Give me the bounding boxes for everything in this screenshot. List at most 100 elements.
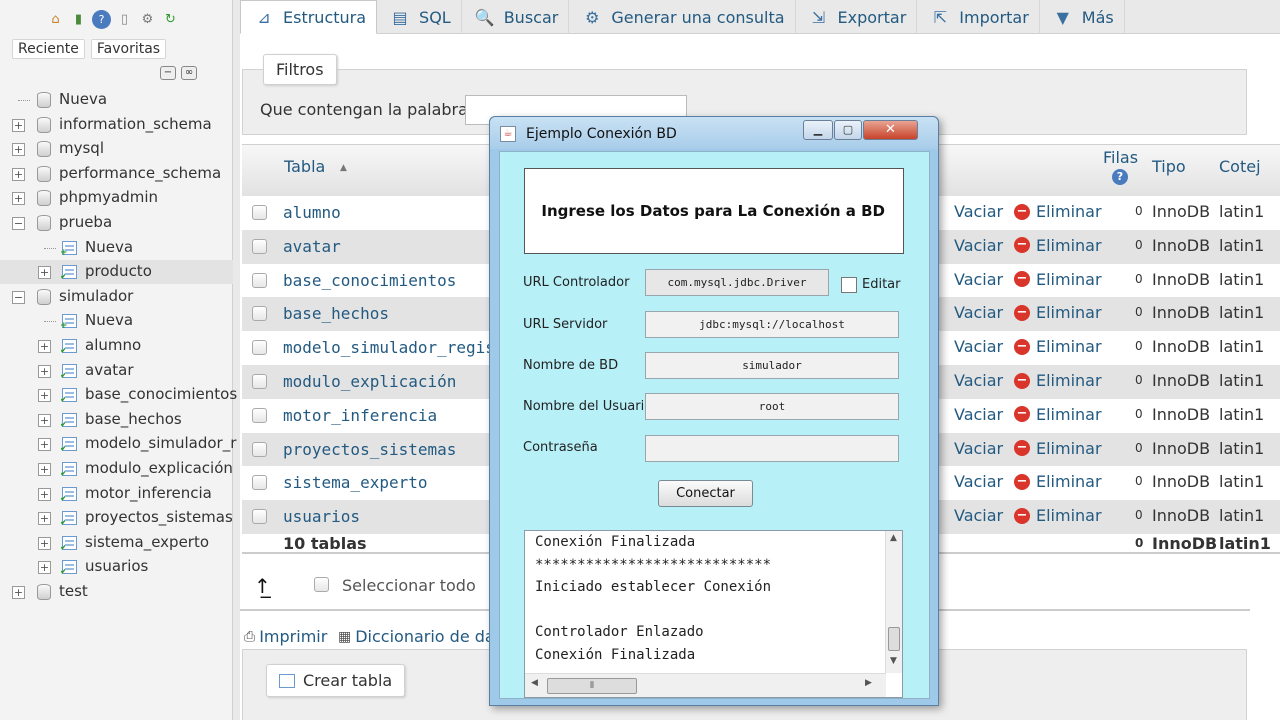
expand-icon[interactable]: + — [12, 118, 25, 132]
driver-field[interactable]: com.mysql.jdbc.Driver — [645, 269, 829, 296]
home-icon[interactable]: ⌂ — [46, 10, 65, 29]
drop-link[interactable]: − Eliminar — [1014, 202, 1102, 221]
tab-search[interactable]: 🔍 Buscar — [462, 0, 570, 34]
empty-link[interactable]: Vaciar — [954, 405, 1003, 424]
minimize-button[interactable]: ▁ — [803, 120, 833, 140]
tree-item[interactable]: + test — [0, 580, 233, 604]
tab-structure[interactable]: ⊿ Estructura — [240, 0, 378, 34]
header-collation[interactable]: Cotej — [1219, 157, 1261, 176]
table-name-link[interactable]: base_conocimientos — [283, 271, 456, 290]
table-name-link[interactable]: alumno — [283, 203, 341, 222]
vertical-scrollbar[interactable]: ▲ ▼ — [885, 531, 902, 673]
empty-link[interactable]: Vaciar — [954, 270, 1003, 289]
tree-item[interactable]: + performance_schema — [0, 162, 233, 186]
header-rows[interactable]: Filas — [1103, 148, 1138, 167]
tree-item[interactable]: + ✔ producto — [0, 260, 233, 285]
data-dictionary-link[interactable]: ▦ Diccionario de da — [338, 627, 495, 646]
drop-link[interactable]: − Eliminar — [1014, 371, 1102, 390]
horizontal-scrollbar[interactable]: ◀ ⦀ ▶ — [525, 673, 886, 697]
table-name-link[interactable]: base_hechos — [283, 304, 389, 323]
link-icon[interactable]: ∞ — [181, 66, 197, 80]
expand-icon[interactable]: + — [38, 536, 51, 550]
table-name-link[interactable]: motor_inferencia — [283, 406, 437, 425]
tab-import[interactable]: ⇱ Importar — [917, 0, 1040, 34]
row-checkbox[interactable] — [252, 340, 267, 356]
tree-item[interactable]: + information_schema — [0, 113, 233, 137]
scroll-down-icon[interactable]: ▼ — [890, 656, 897, 666]
tab-sql[interactable]: ▤ SQL — [377, 0, 462, 34]
create-table-button[interactable]: Crear tabla — [266, 664, 406, 697]
select-all-checkbox[interactable] — [314, 577, 329, 592]
tab-query[interactable]: ⚙ Generar una consulta — [569, 0, 796, 34]
header-type[interactable]: Tipo — [1152, 157, 1186, 176]
collapse-icon[interactable]: − — [12, 217, 25, 230]
log-textarea[interactable]: Conexión Finalizada *********************… — [524, 530, 903, 698]
row-checkbox[interactable] — [252, 205, 267, 220]
tree-item[interactable]: Nueva — [0, 88, 233, 112]
expand-icon[interactable]: + — [38, 413, 51, 427]
tree-item[interactable]: + phpmyadmin — [0, 186, 233, 210]
empty-link[interactable]: Vaciar — [954, 439, 1003, 458]
expand-icon[interactable]: + — [38, 463, 51, 476]
server-field[interactable]: jdbc:mysql://localhost — [645, 311, 899, 338]
tree-item[interactable]: + Nueva — [0, 236, 233, 260]
row-checkbox[interactable] — [252, 407, 267, 423]
edit-label[interactable]: Editar — [862, 277, 901, 292]
logout-icon[interactable]: ▮ — [69, 10, 88, 29]
empty-link[interactable]: Vaciar — [954, 506, 1003, 525]
row-checkbox[interactable] — [252, 238, 267, 254]
docs-icon[interactable]: ▯ — [115, 10, 134, 29]
drop-link[interactable]: − Eliminar — [1014, 439, 1102, 458]
scroll-up-icon[interactable]: ▲ — [890, 533, 897, 543]
tree-item[interactable]: + ✔ base_conocimientos — [0, 383, 237, 407]
tree-item[interactable]: + ✔ avatar — [0, 359, 233, 383]
row-checkbox[interactable] — [252, 306, 267, 322]
expand-icon[interactable]: + — [12, 167, 25, 181]
table-name-link[interactable]: usuarios — [283, 507, 360, 526]
expand-icon[interactable]: + — [12, 586, 25, 599]
tab-recent[interactable]: Reciente — [12, 39, 85, 59]
expand-icon[interactable]: + — [38, 389, 51, 403]
print-link[interactable]: ⎙ Imprimir — [244, 627, 327, 646]
tree-item[interactable]: − prueba — [0, 211, 233, 235]
expand-icon[interactable]: + — [12, 192, 25, 206]
maximize-button[interactable]: ▢ — [834, 120, 862, 140]
tab-export[interactable]: ⇲ Exportar — [796, 0, 918, 34]
table-name-link[interactable]: modulo_explicación — [283, 372, 456, 391]
tab-favorites[interactable]: Favoritas — [90, 39, 167, 59]
tree-item[interactable]: + ✔ modulo_explicación — [0, 457, 233, 481]
reload-icon[interactable]: ↻ — [161, 10, 180, 29]
tab-more[interactable]: ▼ Más — [1040, 0, 1125, 34]
tree-item[interactable]: + ✔ usuarios — [0, 555, 233, 579]
empty-link[interactable]: Vaciar — [954, 236, 1003, 255]
password-field[interactable] — [645, 435, 899, 462]
tree-item[interactable]: + ✔ base_hechos — [0, 408, 233, 432]
table-name-link[interactable]: proyectos_sistemas — [283, 440, 456, 459]
expand-icon[interactable]: + — [38, 340, 51, 353]
collapse-all-icon[interactable]: − — [160, 66, 176, 80]
empty-link[interactable]: Vaciar — [954, 472, 1003, 491]
drop-link[interactable]: − Eliminar — [1014, 506, 1102, 525]
scroll-left-icon[interactable]: ◀ — [531, 678, 538, 688]
tree-item[interactable]: + ✔ modelo_simulador_r — [0, 432, 236, 456]
expand-icon[interactable]: + — [38, 266, 51, 280]
row-checkbox[interactable] — [252, 272, 267, 288]
row-checkbox[interactable] — [252, 509, 267, 525]
tree-item[interactable]: + Nueva — [0, 309, 233, 333]
tree-item[interactable]: − simulador — [0, 285, 233, 309]
database-field[interactable]: simulador — [645, 352, 899, 379]
drop-link[interactable]: − Eliminar — [1014, 472, 1102, 491]
settings-icon[interactable]: ⚙ — [138, 10, 157, 29]
select-all-label[interactable]: Seleccionar todo — [342, 576, 476, 595]
empty-link[interactable]: Vaciar — [954, 337, 1003, 356]
expand-icon[interactable]: + — [38, 364, 51, 378]
row-checkbox[interactable] — [252, 374, 267, 389]
close-button[interactable]: ✕ — [863, 120, 918, 140]
drop-link[interactable]: − Eliminar — [1014, 303, 1102, 322]
empty-link[interactable]: Vaciar — [954, 303, 1003, 322]
row-checkbox[interactable] — [252, 441, 267, 457]
user-field[interactable]: root — [645, 393, 899, 420]
edit-checkbox[interactable] — [841, 277, 857, 293]
empty-link[interactable]: Vaciar — [954, 202, 1003, 221]
collapse-icon[interactable]: − — [12, 290, 25, 304]
